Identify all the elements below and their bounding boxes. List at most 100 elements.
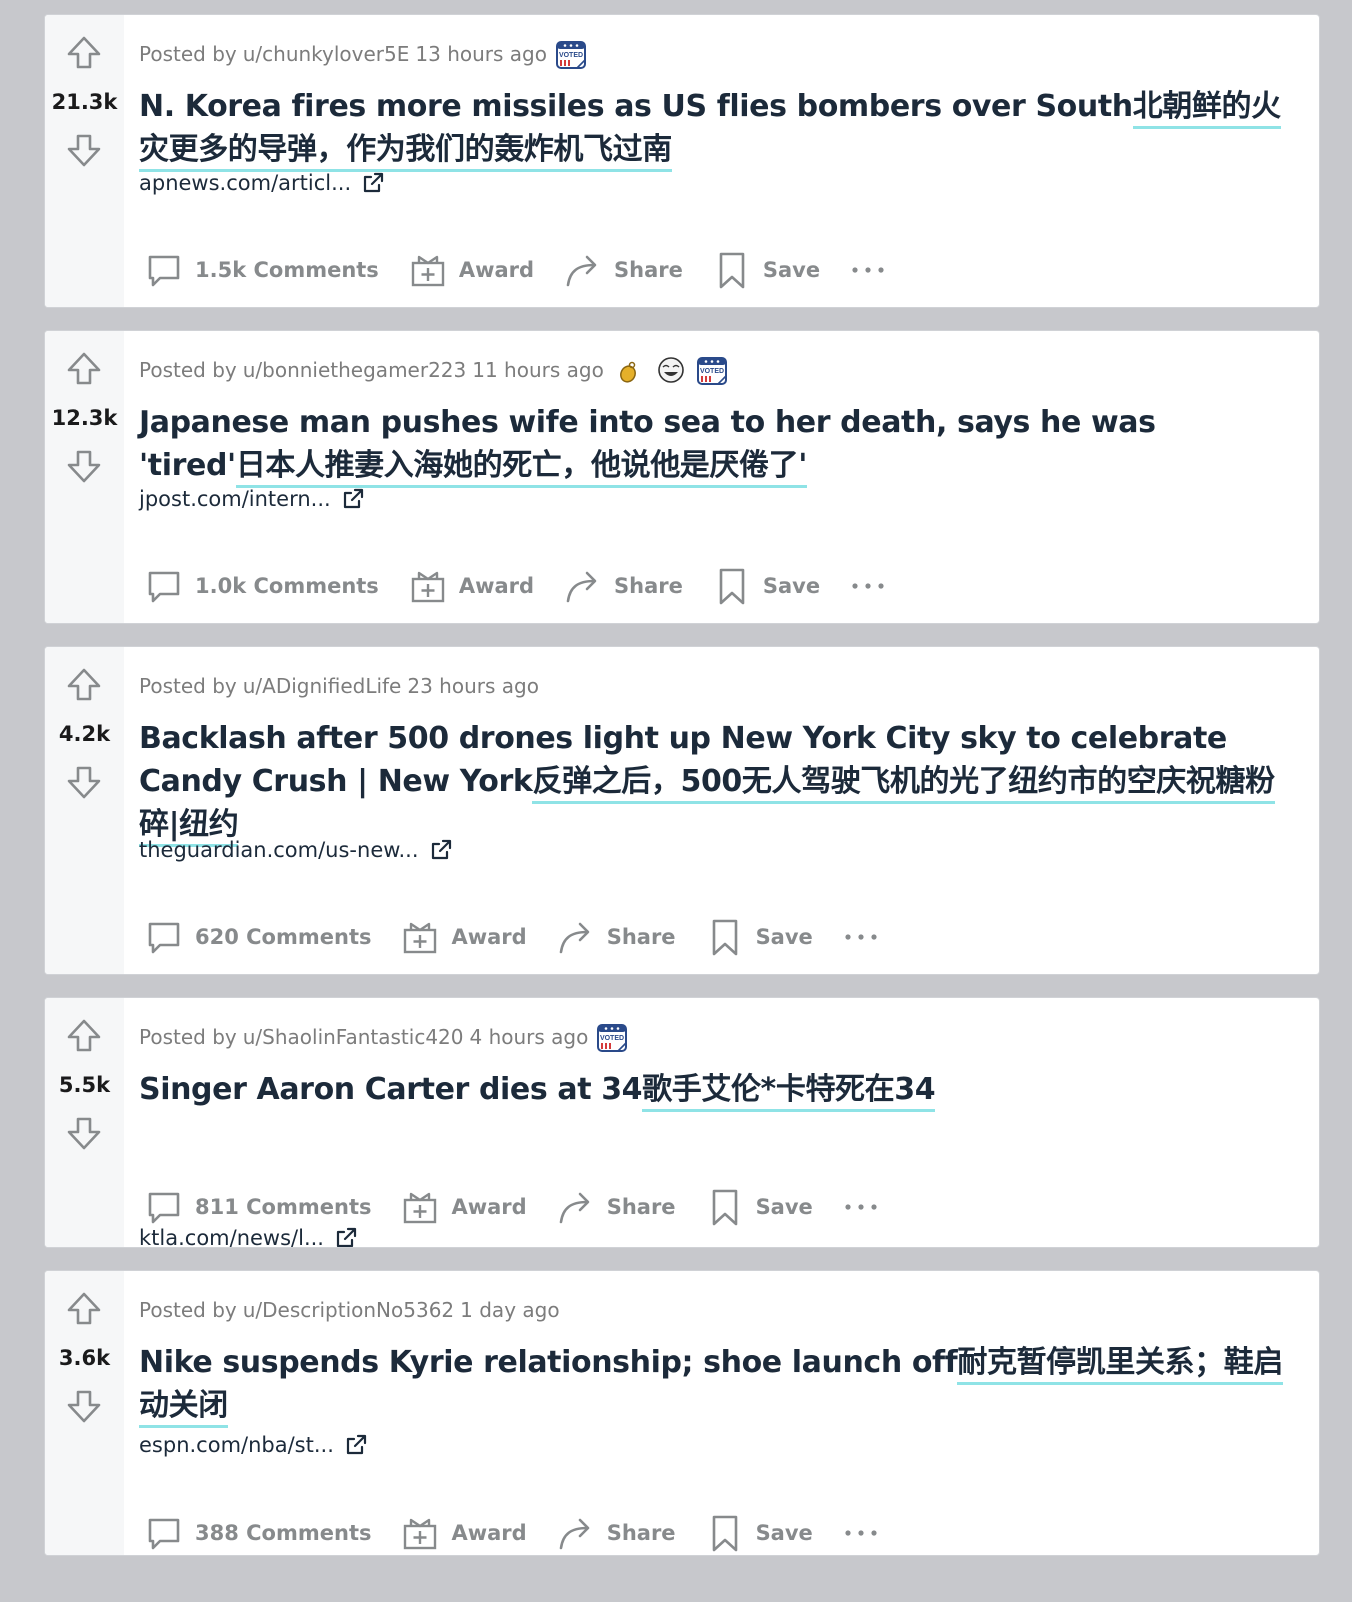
post-card: 21.3k Posted by u/chunkylover5E 13 hours ag… [44, 14, 1320, 308]
upvote-icon[interactable] [65, 1017, 103, 1055]
posted-by-label: Posted by [139, 358, 237, 382]
share-label: Share [614, 574, 683, 598]
upvote-icon[interactable] [65, 1290, 103, 1328]
save-button[interactable]: Save [707, 245, 832, 295]
post-content: Posted by u/ADignifiedLife 23 hours ago Bac… [139, 647, 1303, 974]
post-timestamp[interactable]: 4 hours ago [470, 1025, 589, 1049]
external-link-icon [351, 171, 385, 195]
downvote-icon[interactable] [65, 447, 103, 485]
more-options-button[interactable] [837, 1182, 891, 1232]
vote-score: 21.3k [51, 90, 118, 114]
share-button[interactable]: Share [558, 561, 695, 611]
comments-button[interactable]: 620 Comments [139, 912, 383, 962]
downvote-icon[interactable] [65, 131, 103, 169]
share-arrow-icon [564, 567, 614, 605]
post-link-text: espn.com/nba/st... [139, 1433, 334, 1457]
comments-button[interactable]: 1.5k Comments [139, 245, 391, 295]
post-link[interactable]: espn.com/nba/st... [139, 1433, 368, 1457]
more-options-button[interactable] [844, 245, 898, 295]
save-label: Save [762, 574, 821, 598]
award-button[interactable]: Award [395, 912, 538, 962]
award-label: Award [451, 1195, 527, 1219]
upvote-icon[interactable] [65, 666, 103, 704]
more-options-button[interactable] [837, 1508, 891, 1555]
award-button[interactable]: Award [403, 245, 546, 295]
post-link-text: apnews.com/articl... [139, 171, 352, 195]
save-button[interactable]: Save [700, 1508, 825, 1555]
post-card: 3.6k Posted by u/DescriptionNo5362 1 day ag… [44, 1270, 1320, 1556]
upvote-icon[interactable] [65, 350, 103, 388]
share-button[interactable]: Share [551, 1182, 688, 1232]
post-meta: Posted by u/bonniethegamer223 11 hours ago… [139, 355, 730, 385]
post-author-link[interactable]: u/ShaolinFantastic420 [243, 1025, 464, 1049]
post-actions: 620 Comments Award Share Save [139, 912, 903, 962]
bookmark-icon [706, 1514, 756, 1552]
comments-button[interactable]: 811 Comments [139, 1182, 383, 1232]
vote-score: 12.3k [51, 406, 118, 430]
post-link[interactable]: apnews.com/articl... [139, 171, 385, 195]
bookmark-icon [706, 918, 756, 956]
post-meta: Posted by u/ShaolinFantastic420 4 hours ag… [139, 1022, 630, 1052]
post-link[interactable]: jpost.com/intern... [139, 487, 365, 511]
laughing-face-award-icon[interactable] [654, 354, 688, 386]
post-author-link[interactable]: u/bonniethegamer223 [243, 358, 467, 382]
post-content: Posted by u/bonniethegamer223 11 hours ago… [139, 331, 1303, 623]
post-timestamp[interactable]: 23 hours ago [407, 674, 539, 698]
award-button[interactable]: Award [403, 561, 546, 611]
post-card: 5.5k Posted by u/ShaolinFantastic420 4 hour… [44, 997, 1320, 1248]
post-title[interactable]: Japanese man pushes wife into sea to her… [139, 401, 1291, 488]
gift-icon [401, 1514, 451, 1552]
share-button[interactable]: Share [551, 1508, 688, 1555]
voted-sticker-icon[interactable]: VOTED [555, 38, 589, 70]
post-link[interactable]: theguardian.com/us-new... [139, 838, 453, 862]
award-button[interactable]: Award [395, 1508, 538, 1555]
more-dots-icon [843, 1201, 879, 1213]
svg-text:VOTED: VOTED [559, 52, 583, 59]
post-title[interactable]: Backlash after 500 drones light up New Y… [139, 717, 1291, 847]
comments-label: 388 Comments [195, 1521, 372, 1545]
more-options-button[interactable] [837, 912, 891, 962]
comments-label: 811 Comments [195, 1195, 372, 1219]
save-label: Save [755, 925, 813, 949]
posted-by-label: Posted by [139, 674, 237, 698]
post-feed: 21.3k Posted by u/chunkylover5E 13 hours ag… [0, 0, 1352, 1602]
post-title[interactable]: Nike suspends Kyrie relationship; shoe l… [139, 1341, 1291, 1428]
more-dots-icon [843, 931, 879, 943]
voted-sticker-icon[interactable]: VOTED [596, 1021, 630, 1053]
external-link-icon [334, 1433, 368, 1457]
vote-column: 4.2k [45, 647, 124, 974]
award-button[interactable]: Award [395, 1182, 538, 1232]
downvote-icon[interactable] [65, 1387, 103, 1425]
post-title-text: Singer Aaron Carter dies at 34 [139, 1072, 643, 1107]
post-timestamp[interactable]: 1 day ago [460, 1298, 559, 1322]
gift-icon [401, 918, 451, 956]
external-link-icon [419, 838, 453, 862]
vote-column: 5.5k [45, 998, 124, 1247]
post-title[interactable]: N. Korea fires more missiles as US flies… [139, 85, 1291, 172]
save-button[interactable]: Save [700, 912, 825, 962]
upvote-icon[interactable] [65, 34, 103, 72]
post-author-link[interactable]: u/ADignifiedLife [243, 674, 402, 698]
post-actions: 811 Comments Award Share Save [139, 1182, 903, 1232]
post-title[interactable]: Singer Aaron Carter dies at 34歌手艾伦*卡特死在3… [139, 1068, 1291, 1112]
post-timestamp[interactable]: 13 hours ago [415, 42, 547, 66]
downvote-icon[interactable] [65, 763, 103, 801]
vote-column: 12.3k [45, 331, 124, 623]
more-options-button[interactable] [844, 561, 898, 611]
post-author-link[interactable]: u/chunkylover5E [243, 42, 410, 66]
save-button[interactable]: Save [700, 1182, 825, 1232]
gift-icon [401, 1188, 451, 1226]
gold-bell-award-icon[interactable] [612, 354, 646, 386]
voted-sticker-icon[interactable]: VOTED [696, 354, 730, 386]
comments-button[interactable]: 1.0k Comments [139, 561, 391, 611]
post-timestamp[interactable]: 11 hours ago [472, 358, 604, 382]
post-author-link[interactable]: u/DescriptionNo5362 [243, 1298, 454, 1322]
share-arrow-icon [557, 918, 607, 956]
save-button[interactable]: Save [707, 561, 832, 611]
comments-button[interactable]: 388 Comments [139, 1508, 383, 1555]
share-button[interactable]: Share [551, 912, 688, 962]
comment-icon [145, 567, 195, 605]
downvote-icon[interactable] [65, 1114, 103, 1152]
share-label: Share [606, 1521, 676, 1545]
share-button[interactable]: Share [558, 245, 695, 295]
